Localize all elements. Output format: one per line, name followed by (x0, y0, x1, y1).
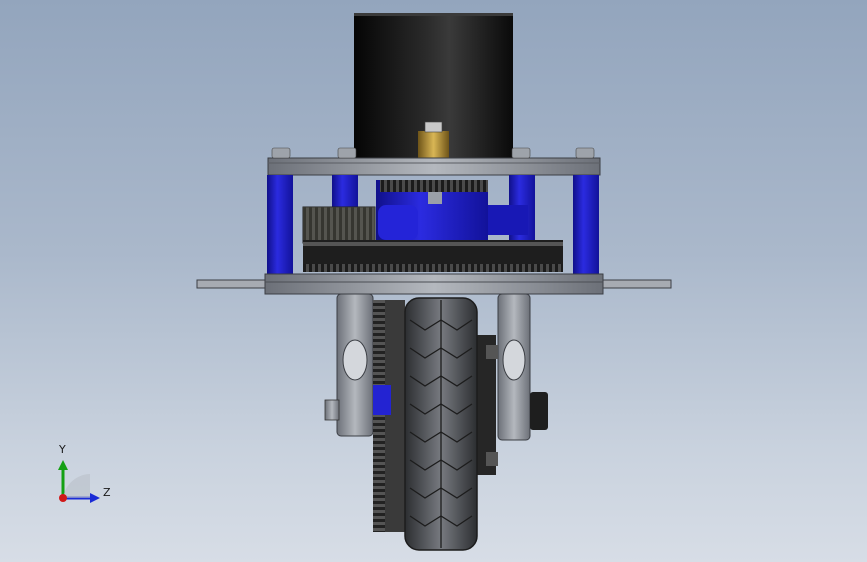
axle-nut-right[interactable] (530, 392, 548, 430)
standoff-right[interactable] (573, 175, 599, 275)
tire[interactable] (404, 297, 478, 551)
graphics-viewport[interactable]: Y Z (0, 0, 867, 562)
upper-gear[interactable] (380, 180, 488, 192)
fork-bracket-right[interactable] (497, 293, 531, 441)
triad-y-label: Y (59, 443, 66, 456)
base-plate[interactable] (196, 273, 672, 295)
cad-model-view[interactable] (0, 0, 867, 562)
fork-bracket-left[interactable] (336, 293, 374, 437)
turntable-gear[interactable] (303, 240, 563, 272)
drive-gear-vertical[interactable] (373, 300, 405, 532)
triad-z-label: Z (103, 486, 111, 499)
standoff-left[interactable] (267, 175, 293, 275)
spur-gear-left[interactable] (302, 206, 376, 244)
axle-bolt-left[interactable] (324, 399, 340, 421)
